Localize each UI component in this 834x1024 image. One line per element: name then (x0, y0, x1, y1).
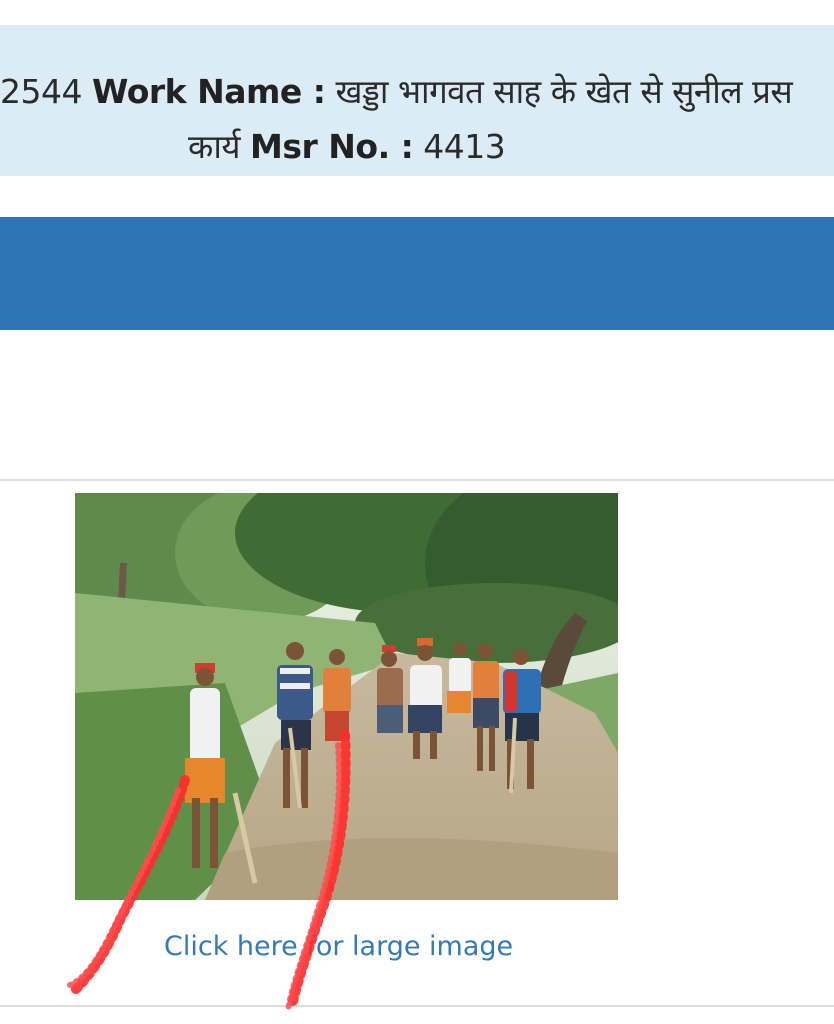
large-image-link[interactable]: Click here for large image (164, 929, 513, 965)
work-code: 2544 (0, 72, 82, 111)
work-site-photo-image (75, 493, 618, 900)
divider-top (0, 479, 834, 481)
work-info-line-1: 2544 Work Name : खड्डा भागवत साह के खेत … (0, 72, 793, 112)
work-name-label: Work Name : (91, 72, 326, 111)
msr-value: 4413 (423, 127, 506, 166)
msr-label: Msr No. : (250, 127, 414, 166)
section-header-bar (0, 217, 834, 330)
divider-bottom (0, 1005, 834, 1007)
work-info-band: 2544 Work Name : खड्डा भागवत साह के खेत … (0, 25, 834, 176)
work-info-line-2: कार्य Msr No. : 4413 (188, 127, 506, 167)
work-name-value: खड्डा भागवत साह के खेत से सुनील प्रस (335, 72, 793, 111)
work-name-tail: कार्य (188, 127, 241, 166)
work-site-photo[interactable] (75, 493, 618, 900)
